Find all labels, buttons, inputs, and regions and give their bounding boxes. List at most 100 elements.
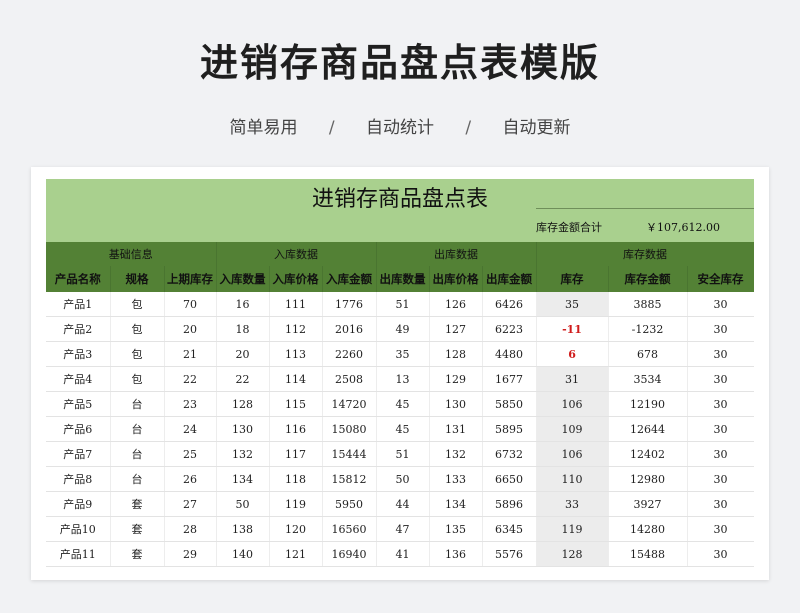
cell-stock-amount[interactable]: 3927 [608,491,688,517]
cell-out-qty[interactable]: 51 [376,292,430,317]
cell-in-amount[interactable]: 1776 [322,292,377,317]
cell-product-name[interactable]: 产品10 [46,516,111,542]
cell-stock-amount[interactable]: 12644 [608,416,688,442]
cell-out-qty[interactable]: 35 [376,341,430,367]
cell-out-price[interactable]: 135 [429,516,483,542]
cell-in-qty[interactable]: 16 [216,292,270,317]
cell-safety-stock[interactable]: 30 [687,441,754,467]
cell-out-qty[interactable]: 50 [376,466,430,492]
cell-safety-stock[interactable]: 30 [687,416,754,442]
cell-in-price[interactable]: 113 [269,341,323,367]
cell-out-qty[interactable]: 49 [376,316,430,342]
cell-in-amount[interactable]: 15812 [322,466,377,492]
cell-stock[interactable]: 119 [536,516,609,542]
cell-stock-amount[interactable]: 12980 [608,466,688,492]
cell-prev-stock[interactable]: 26 [164,466,217,492]
cell-spec[interactable]: 台 [110,391,165,417]
cell-out-qty[interactable]: 51 [376,441,430,467]
cell-out-qty[interactable]: 45 [376,416,430,442]
cell-out-qty[interactable]: 47 [376,516,430,542]
cell-product-name[interactable]: 产品3 [46,341,111,367]
cell-out-amount[interactable]: 6650 [482,466,537,492]
cell-stock[interactable]: 35 [536,292,609,317]
cell-safety-stock[interactable]: 30 [687,516,754,542]
cell-stock-amount[interactable]: 12190 [608,391,688,417]
cell-stock[interactable]: 33 [536,491,609,517]
cell-stock[interactable]: 6 [536,341,609,367]
cell-stock[interactable]: 128 [536,541,609,567]
cell-out-qty[interactable]: 44 [376,491,430,517]
cell-prev-stock[interactable]: 25 [164,441,217,467]
cell-in-amount[interactable]: 2260 [322,341,377,367]
cell-product-name[interactable]: 产品7 [46,441,111,467]
cell-prev-stock[interactable]: 27 [164,491,217,517]
cell-prev-stock[interactable]: 21 [164,341,217,367]
cell-out-amount[interactable]: 5850 [482,391,537,417]
cell-product-name[interactable]: 产品1 [46,292,111,317]
cell-stock-amount[interactable]: 678 [608,341,688,367]
cell-stock[interactable]: 106 [536,391,609,417]
cell-in-qty[interactable]: 20 [216,341,270,367]
cell-out-price[interactable]: 129 [429,366,483,392]
cell-safety-stock[interactable]: 30 [687,341,754,367]
cell-spec[interactable]: 套 [110,541,165,567]
cell-in-amount[interactable]: 14720 [322,391,377,417]
cell-product-name[interactable]: 产品4 [46,366,111,392]
cell-out-amount[interactable]: 6223 [482,316,537,342]
cell-prev-stock[interactable]: 20 [164,316,217,342]
cell-product-name[interactable]: 产品8 [46,466,111,492]
cell-stock-amount[interactable]: 14280 [608,516,688,542]
cell-stock-amount[interactable]: -1232 [608,316,688,342]
cell-stock[interactable]: 110 [536,466,609,492]
cell-stock-amount[interactable]: 15488 [608,541,688,567]
cell-prev-stock[interactable]: 23 [164,391,217,417]
cell-safety-stock[interactable]: 30 [687,541,754,567]
cell-spec[interactable]: 包 [110,366,165,392]
cell-out-amount[interactable]: 1677 [482,366,537,392]
cell-prev-stock[interactable]: 22 [164,366,217,392]
cell-out-amount[interactable]: 5896 [482,491,537,517]
cell-product-name[interactable]: 产品5 [46,391,111,417]
cell-in-price[interactable]: 119 [269,491,323,517]
cell-out-price[interactable]: 134 [429,491,483,517]
cell-safety-stock[interactable]: 30 [687,466,754,492]
cell-out-price[interactable]: 131 [429,416,483,442]
cell-out-amount[interactable]: 6345 [482,516,537,542]
cell-out-price[interactable]: 136 [429,541,483,567]
cell-in-price[interactable]: 114 [269,366,323,392]
cell-spec[interactable]: 台 [110,466,165,492]
cell-in-qty[interactable]: 130 [216,416,270,442]
cell-in-amount[interactable]: 16940 [322,541,377,567]
cell-stock-amount[interactable]: 3534 [608,366,688,392]
cell-in-qty[interactable]: 138 [216,516,270,542]
cell-safety-stock[interactable]: 30 [687,316,754,342]
cell-in-qty[interactable]: 18 [216,316,270,342]
cell-in-price[interactable]: 112 [269,316,323,342]
cell-in-qty[interactable]: 50 [216,491,270,517]
cell-spec[interactable]: 包 [110,292,165,317]
cell-out-price[interactable]: 130 [429,391,483,417]
cell-out-amount[interactable]: 4480 [482,341,537,367]
cell-safety-stock[interactable]: 30 [687,491,754,517]
cell-stock[interactable]: 109 [536,416,609,442]
cell-in-price[interactable]: 115 [269,391,323,417]
cell-out-qty[interactable]: 41 [376,541,430,567]
cell-stock[interactable]: 106 [536,441,609,467]
cell-out-qty[interactable]: 13 [376,366,430,392]
cell-in-amount[interactable]: 5950 [322,491,377,517]
cell-out-price[interactable]: 127 [429,316,483,342]
cell-out-qty[interactable]: 45 [376,391,430,417]
cell-in-amount[interactable]: 2508 [322,366,377,392]
cell-spec[interactable]: 台 [110,441,165,467]
cell-in-price[interactable]: 116 [269,416,323,442]
cell-spec[interactable]: 套 [110,516,165,542]
cell-in-qty[interactable]: 22 [216,366,270,392]
cell-in-price[interactable]: 120 [269,516,323,542]
cell-in-price[interactable]: 117 [269,441,323,467]
cell-prev-stock[interactable]: 24 [164,416,217,442]
cell-stock-amount[interactable]: 12402 [608,441,688,467]
cell-product-name[interactable]: 产品2 [46,316,111,342]
cell-out-price[interactable]: 126 [429,292,483,317]
cell-stock-amount[interactable]: 3885 [608,292,688,317]
cell-in-amount[interactable]: 15444 [322,441,377,467]
